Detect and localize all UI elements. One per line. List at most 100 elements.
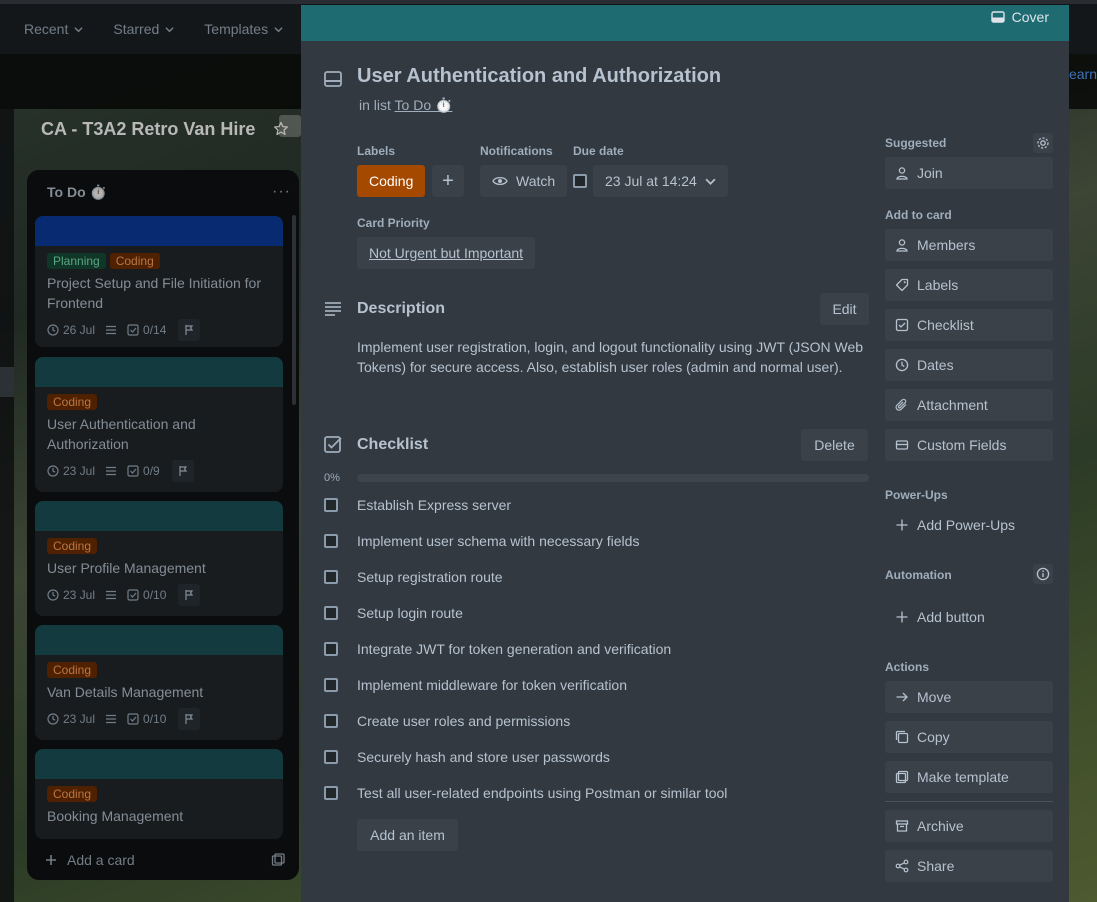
board-power-up-button[interactable]: [279, 115, 301, 137]
cover-button[interactable]: Cover: [990, 9, 1049, 25]
checklist-item-checkbox[interactable]: [324, 570, 338, 584]
template-icon[interactable]: [271, 853, 285, 867]
checklist-item[interactable]: Setup login route: [324, 603, 463, 623]
make-template-button[interactable]: Make template: [885, 761, 1053, 793]
card-cover: [35, 625, 283, 655]
join-button[interactable]: Join: [885, 157, 1053, 189]
card-label[interactable]: Coding: [47, 662, 98, 678]
list-menu-button[interactable]: ···: [272, 183, 291, 201]
card-icon: [324, 71, 342, 87]
checklist-item[interactable]: Test all user-related endpoints using Po…: [324, 783, 727, 803]
delete-checklist-button[interactable]: Delete: [801, 429, 868, 461]
list-title[interactable]: To Do ⏱️: [47, 184, 107, 201]
card-label[interactable]: Coding: [47, 538, 98, 554]
checklist-item[interactable]: Implement middleware for token verificat…: [324, 675, 627, 695]
copy-button[interactable]: Copy: [885, 721, 1053, 753]
checklist-item-checkbox[interactable]: [324, 534, 338, 548]
due-date-button[interactable]: 23 Jul at 14:24: [593, 165, 728, 197]
labels-button[interactable]: Labels: [885, 269, 1053, 301]
checklist-item-checkbox[interactable]: [324, 642, 338, 656]
edit-description-button[interactable]: Edit: [820, 293, 869, 325]
avatar[interactable]: [171, 460, 194, 482]
checklist-item-text[interactable]: Securely hash and store user passwords: [357, 749, 610, 765]
list-scrollbar[interactable]: [292, 215, 296, 405]
checklist-item-text[interactable]: Test all user-related endpoints using Po…: [357, 785, 727, 801]
cover-icon: [990, 11, 1005, 23]
description-text[interactable]: Implement user registration, login, and …: [357, 337, 867, 377]
due-date-text: 23 Jul: [63, 588, 96, 602]
checklist-item[interactable]: Integrate JWT for token generation and v…: [324, 639, 671, 659]
template-icon: [895, 770, 909, 784]
avatar[interactable]: [178, 584, 201, 606]
checklist-item-checkbox[interactable]: [324, 750, 338, 764]
list-card[interactable]: Coding User Profile Management 23 Jul 0/10: [35, 501, 283, 616]
checklist-item-text[interactable]: Create user roles and permissions: [357, 713, 570, 729]
checklist-item[interactable]: Securely hash and store user passwords: [324, 747, 610, 767]
description-heading: Description: [357, 300, 446, 317]
checklist-item-text[interactable]: Setup login route: [357, 605, 463, 621]
add-automation-button[interactable]: Add button: [885, 601, 1053, 633]
checklist-item-text[interactable]: Setup registration route: [357, 569, 503, 585]
in-list-link[interactable]: To Do ⏱️: [395, 97, 453, 113]
card-label[interactable]: Coding: [109, 253, 160, 269]
checklist-item-checkbox[interactable]: [324, 786, 338, 800]
list-card[interactable]: Planning Coding Project Setup and File Ini…: [35, 216, 283, 347]
board-title[interactable]: CA - T3A2 Retro Van Hire: [41, 119, 255, 140]
due-date-badge[interactable]: 23 Jul: [47, 464, 95, 478]
dates-button[interactable]: Dates: [885, 349, 1053, 381]
checklist-button[interactable]: Checklist: [885, 309, 1053, 341]
watch-button[interactable]: Watch: [480, 165, 568, 197]
checklist-item[interactable]: Establish Express server: [324, 495, 511, 515]
avatar[interactable]: [178, 319, 201, 341]
add-power-ups-button[interactable]: Add Power-Ups: [885, 509, 1053, 541]
card-badges: 23 Jul 0/10: [47, 584, 271, 606]
card-title[interactable]: User Authentication and Authorization: [357, 65, 721, 88]
move-button[interactable]: Move: [885, 681, 1053, 713]
custom-fields-button[interactable]: Custom Fields: [885, 429, 1053, 461]
checklist-item[interactable]: Create user roles and permissions: [324, 711, 570, 731]
checklist-item-checkbox[interactable]: [324, 606, 338, 620]
card-label[interactable]: Planning: [47, 253, 106, 269]
list-card[interactable]: Coding Booking Management: [35, 749, 283, 839]
checklist-item-text[interactable]: Implement user schema with necessary fie…: [357, 533, 639, 549]
list-card[interactable]: Coding Van Details Management 23 Jul 0/10: [35, 625, 283, 740]
add-checklist-item-button[interactable]: Add an item: [357, 819, 458, 851]
info-icon: [1036, 567, 1050, 581]
checklist-item-text[interactable]: Establish Express server: [357, 497, 511, 513]
person-icon: [896, 167, 908, 180]
add-label-button[interactable]: +: [432, 165, 464, 197]
add-to-card-heading: Add to card: [885, 208, 952, 222]
nav-starred[interactable]: Starred: [103, 15, 184, 43]
checklist-item-checkbox[interactable]: [324, 678, 338, 692]
members-button[interactable]: Members: [885, 229, 1053, 261]
checklist-item-text[interactable]: Implement middleware for token verificat…: [357, 677, 627, 693]
archive-button[interactable]: Archive: [885, 810, 1053, 842]
add-card-button[interactable]: Add a card: [45, 852, 135, 868]
due-date-complete-checkbox[interactable]: [573, 174, 587, 188]
checklist-item-checkbox[interactable]: [324, 498, 338, 512]
label-chip-coding[interactable]: Coding: [357, 165, 426, 197]
sidebar-selected-item[interactable]: [0, 367, 14, 397]
card-cover: [35, 357, 283, 387]
suggested-settings-button[interactable]: [1033, 133, 1053, 153]
custom-fields-label: Custom Fields: [917, 437, 1007, 453]
checklist-item-text[interactable]: Integrate JWT for token generation and v…: [357, 641, 671, 657]
list-card[interactable]: Coding User Authentication and Authorizat…: [35, 357, 283, 492]
nav-templates[interactable]: Templates: [194, 15, 293, 43]
due-date-badge[interactable]: 26 Jul: [47, 323, 95, 337]
member-icon: [185, 714, 194, 724]
attachment-button[interactable]: Attachment: [885, 389, 1053, 421]
checklist-item[interactable]: Implement user schema with necessary fie…: [324, 531, 639, 551]
card-label[interactable]: Coding: [47, 394, 98, 410]
card-label[interactable]: Coding: [47, 786, 98, 802]
card-priority-value[interactable]: Not Urgent but Important: [357, 237, 536, 269]
automation-info-button[interactable]: [1033, 564, 1053, 584]
chevron-down-icon: [705, 178, 716, 185]
due-date-badge[interactable]: 23 Jul: [47, 712, 95, 726]
due-date-badge[interactable]: 23 Jul: [47, 588, 95, 602]
share-button[interactable]: Share: [885, 850, 1053, 882]
avatar[interactable]: [178, 708, 201, 730]
nav-recent[interactable]: Recent: [14, 15, 93, 43]
checklist-item-checkbox[interactable]: [324, 714, 338, 728]
checklist-item[interactable]: Setup registration route: [324, 567, 503, 587]
